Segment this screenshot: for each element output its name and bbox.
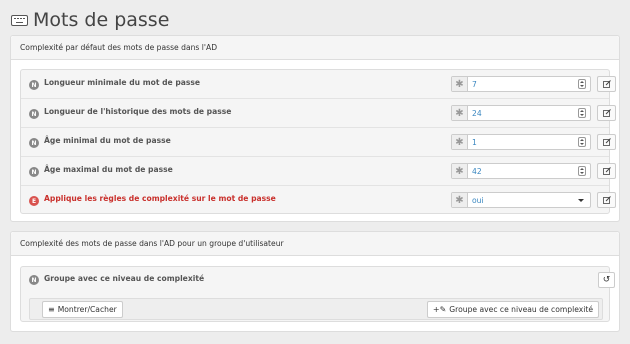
asterisk-icon: ✱ bbox=[452, 135, 468, 149]
edit-icon bbox=[602, 138, 611, 146]
asterisk-icon: ✱ bbox=[452, 77, 468, 91]
spinner-icon[interactable] bbox=[578, 108, 586, 118]
panel-heading: Complexité par défaut des mots de passe … bbox=[11, 36, 619, 60]
spinner-icon[interactable] bbox=[578, 137, 586, 147]
group-actions: ≡ Montrer/Cacher +✎ Groupe avec ce nivea… bbox=[29, 298, 603, 320]
reset-button[interactable]: ↺ bbox=[598, 272, 615, 288]
asterisk-icon: ✱ bbox=[452, 193, 468, 207]
normal-badge: N bbox=[29, 167, 39, 177]
group-complexity-form: N Groupe avec ce niveau de complexité ↺ … bbox=[20, 266, 615, 322]
max-age-row: N Âge maximal du mot de passe ✱ 42 bbox=[21, 157, 616, 186]
toggle-button[interactable]: ≡ Montrer/Cacher bbox=[42, 301, 123, 318]
group-label: Groupe avec ce niveau de complexité bbox=[44, 274, 205, 283]
edit-icon bbox=[602, 167, 611, 175]
max-age-label: Âge maximal du mot de passe bbox=[44, 165, 173, 174]
history-length-input[interactable]: ✱ 24 bbox=[451, 105, 591, 121]
normal-badge: N bbox=[29, 275, 39, 285]
min-age-label: Âge minimal du mot de passe bbox=[44, 136, 171, 145]
normal-badge: N bbox=[29, 80, 39, 90]
complexity-rules-select[interactable]: ✱ oui bbox=[451, 192, 591, 208]
edit-button[interactable] bbox=[597, 76, 616, 92]
spinner-icon[interactable] bbox=[578, 79, 586, 89]
edit-button[interactable] bbox=[597, 163, 616, 179]
max-age-value: 42 bbox=[472, 166, 482, 176]
panel-heading: Complexité des mots de passe dans l'AD p… bbox=[11, 232, 619, 256]
history-length-label: Longueur de l'historique des mots de pas… bbox=[44, 107, 232, 116]
complexity-rules-row: E Applique les règles de complexité sur … bbox=[21, 186, 616, 215]
normal-badge: N bbox=[29, 138, 39, 148]
list-icon: ≡ bbox=[48, 305, 55, 314]
page-title: Mots de passe bbox=[11, 6, 169, 34]
history-length-value: 24 bbox=[472, 108, 482, 118]
min-age-value: 1 bbox=[472, 137, 477, 147]
group-complexity-panel: Complexité des mots de passe dans l'AD p… bbox=[10, 231, 620, 332]
group-header: N Groupe avec ce niveau de complexité ↺ bbox=[21, 267, 615, 293]
page-title-text: Mots de passe bbox=[33, 9, 170, 31]
default-complexity-form: N Longueur minimale du mot de passe ✱ 7 … bbox=[20, 69, 616, 215]
min-length-label: Longueur minimale du mot de passe bbox=[44, 78, 201, 87]
min-length-input[interactable]: ✱ 7 bbox=[451, 76, 591, 92]
undo-icon: ↺ bbox=[602, 275, 611, 285]
edit-icon bbox=[602, 80, 611, 88]
spinner-icon[interactable] bbox=[578, 166, 586, 176]
edit-button[interactable] bbox=[597, 134, 616, 150]
complexity-rules-value: oui bbox=[472, 195, 484, 205]
error-badge: E bbox=[29, 196, 39, 206]
min-length-value: 7 bbox=[472, 79, 477, 89]
asterisk-icon: ✱ bbox=[452, 164, 468, 178]
chevron-down-icon bbox=[578, 198, 584, 202]
add-group-label: Groupe avec ce niveau de complexité bbox=[449, 305, 593, 314]
complexity-rules-label: Applique les règles de complexité sur le… bbox=[44, 194, 276, 203]
min-age-input[interactable]: ✱ 1 bbox=[451, 134, 591, 150]
min-age-row: N Âge minimal du mot de passe ✱ 1 bbox=[21, 128, 616, 157]
history-length-row: N Longueur de l'historique des mots de p… bbox=[21, 99, 616, 128]
asterisk-icon: ✱ bbox=[452, 106, 468, 120]
edit-button[interactable] bbox=[597, 105, 616, 121]
edit-button[interactable] bbox=[597, 192, 616, 208]
normal-badge: N bbox=[29, 109, 39, 119]
plus-tag-icon: +✎ bbox=[432, 305, 447, 314]
edit-icon bbox=[602, 196, 611, 204]
keyboard-icon bbox=[11, 14, 28, 26]
max-age-input[interactable]: ✱ 42 bbox=[451, 163, 591, 179]
toggle-label: Montrer/Cacher bbox=[57, 305, 117, 314]
add-group-button[interactable]: +✎ Groupe avec ce niveau de complexité bbox=[426, 301, 599, 318]
edit-icon bbox=[602, 109, 611, 117]
default-complexity-panel: Complexité par défaut des mots de passe … bbox=[10, 35, 620, 222]
min-length-row: N Longueur minimale du mot de passe ✱ 7 bbox=[21, 70, 616, 99]
